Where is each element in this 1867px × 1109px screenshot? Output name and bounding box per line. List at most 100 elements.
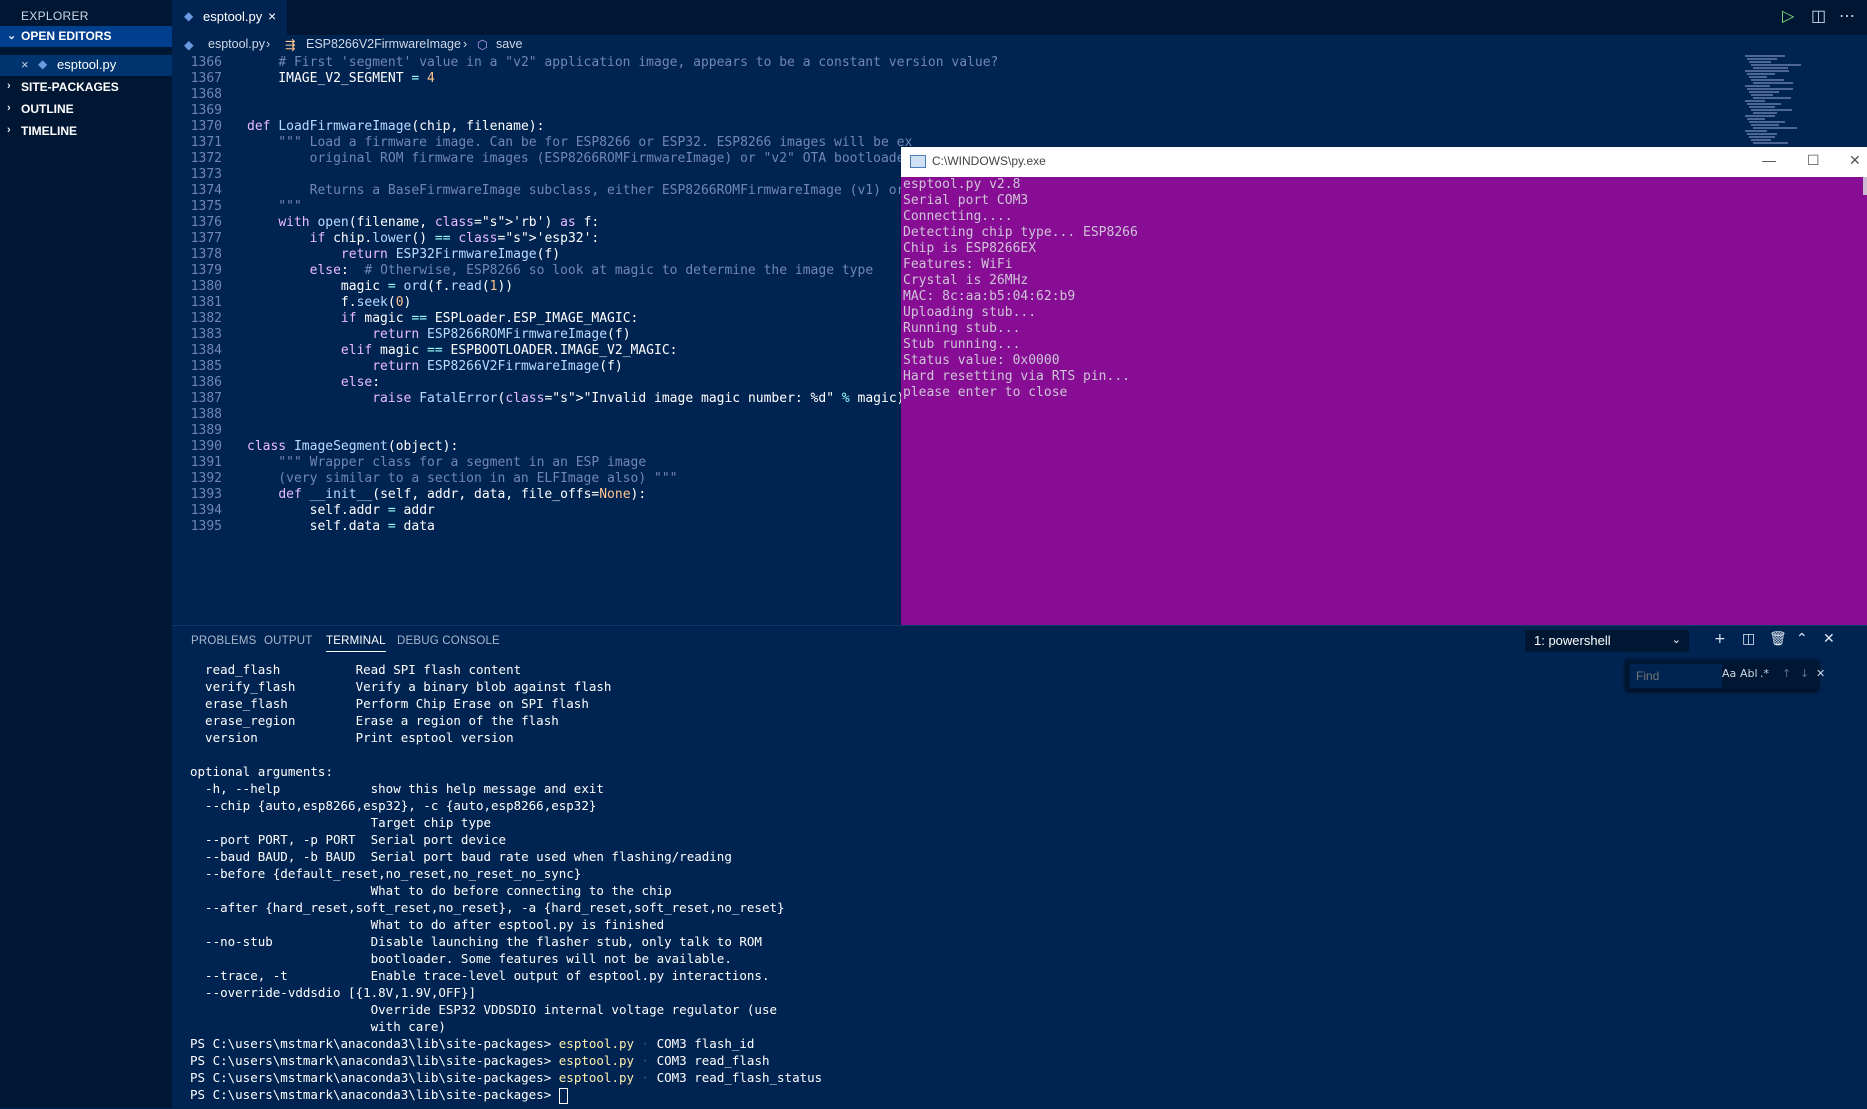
console-titlebar[interactable]: C:\WINDOWS\py.exe — ☐ ✕ (901, 147, 1867, 177)
trash-icon[interactable]: 🗑 (1769, 631, 1787, 647)
line-code: """ (247, 199, 302, 214)
arrow-up-icon[interactable]: ↑ (1782, 667, 1791, 680)
minimap-line (1745, 55, 1785, 57)
terminal-shell-select[interactable]: 1: powershell ⌄ (1525, 630, 1689, 652)
open-editor-item[interactable]: × ◆ esptool.py (0, 55, 172, 76)
line-number: 1383 (190, 327, 222, 342)
tab-problems[interactable]: PROBLEMS (191, 635, 257, 647)
close-icon[interactable]: ✕ (1823, 631, 1835, 647)
tab-debug-console[interactable]: DEBUG CONSOLE (397, 635, 500, 647)
tab-bar: ◆ esptool.py × ▷ ◫ ⋯ (172, 0, 1867, 35)
minimize-icon[interactable]: — (1762, 152, 1776, 168)
prompt-args: COM3 flash_id (656, 1036, 755, 1051)
minimap-line (1751, 94, 1773, 96)
minimap-line (1749, 61, 1771, 63)
timeline-label: TIMELINE (21, 124, 77, 138)
find-input[interactable] (1630, 664, 1722, 688)
maximize-icon[interactable]: ☐ (1807, 152, 1820, 169)
tab-output[interactable]: OUTPUT (264, 635, 312, 647)
line-code: return ESP8266V2FirmwareImage(f) (372, 359, 623, 374)
site-packages-section[interactable]: › SITE-PACKAGES (0, 77, 172, 98)
breadcrumb-method[interactable]: save (496, 37, 522, 51)
line-code: """ Load a firmware image. Can be for ES… (247, 135, 913, 150)
close-icon[interactable]: × (268, 8, 276, 24)
line-code: IMAGE_V2_SEGMENT = 4 (247, 71, 435, 86)
shell-select-value: 1: powershell (1534, 633, 1611, 648)
minimap-line (1753, 82, 1793, 84)
minimap-line (1749, 106, 1775, 108)
console-line: Features: WiFi (903, 257, 1013, 272)
line-code: # First 'segment' value in a "v2" applic… (278, 55, 999, 70)
open-editor-label: esptool.py (57, 57, 117, 72)
terminal-line: erase_region Erase a region of the flash (190, 713, 559, 728)
timeline-section[interactable]: › TIMELINE (0, 121, 172, 142)
line-code: def LoadFirmwareImage(chip, filename): (247, 119, 545, 134)
terminal-current-prompt[interactable]: PS C:\users\mstmark\anaconda3\lib\site-p… (190, 1087, 568, 1104)
more-icon[interactable]: ⋯ (1839, 6, 1855, 26)
minimap-line (1749, 121, 1785, 123)
minimap-line (1751, 79, 1784, 81)
split-terminal-icon[interactable]: ◫ (1742, 631, 1755, 647)
minimap-line (1753, 112, 1777, 114)
console-line: Chip is ESP8266EX (903, 241, 1037, 256)
terminal-line: --no-stub Disable launching the flasher … (190, 934, 762, 949)
minimap-line (1745, 115, 1775, 117)
minimap-line (1747, 133, 1777, 135)
minimap-line (1749, 91, 1779, 93)
breadcrumb-separator: › (463, 37, 468, 51)
prompt-path: PS C:\users\mstmark\anaconda3\lib\site-p… (190, 1087, 559, 1102)
line-number: 1393 (190, 487, 222, 502)
close-icon[interactable]: × (21, 57, 29, 72)
terminal-prompt-line: PS C:\users\mstmark\anaconda3\lib\site-p… (190, 1036, 754, 1053)
explorer-title: EXPLORER (21, 9, 89, 23)
match-case-icon[interactable]: Aa (1722, 667, 1736, 680)
line-code: self.addr = addr (247, 503, 435, 518)
console-app-icon (910, 155, 926, 168)
play-icon[interactable]: ▷ (1782, 6, 1794, 26)
line-code: (very similar to a section in an ELFImag… (247, 471, 678, 486)
split-editor-icon[interactable]: ◫ (1811, 6, 1826, 26)
line-number: 1369 (190, 103, 222, 118)
line-code: original ROM firmware images (ESP8266ROM… (247, 151, 913, 166)
outline-section[interactable]: › OUTLINE (0, 99, 172, 120)
close-icon[interactable]: ✕ (1849, 152, 1861, 169)
prompt-path: PS C:\users\mstmark\anaconda3\lib\site-p… (190, 1036, 559, 1051)
line-code: else: (340, 375, 381, 390)
line-number: 1380 (190, 279, 222, 294)
minimap-line (1753, 127, 1797, 129)
class-icon: ⇶ (285, 38, 296, 52)
tab-esptool[interactable]: ◆ esptool.py × (172, 0, 287, 35)
terminal-prompt-line: PS C:\users\mstmark\anaconda3\lib\site-p… (190, 1053, 770, 1070)
chevron-up-icon[interactable]: ⌃ (1796, 631, 1808, 647)
minimap[interactable] (1745, 55, 1855, 155)
console-scrollbar[interactable] (1863, 177, 1867, 195)
line-code: f.seek(0) (247, 295, 412, 310)
minimap-line (1747, 88, 1793, 90)
outline-label: OUTLINE (21, 102, 74, 116)
arrow-down-icon[interactable]: ↓ (1800, 667, 1809, 680)
line-number: 1367 (190, 71, 222, 86)
line-number: 1371 (190, 135, 222, 150)
py-exe-console-window[interactable]: C:\WINDOWS\py.exe — ☐ ✕ esptool.py v2.8 S… (901, 147, 1867, 625)
terminal-prompt-line: PS C:\users\mstmark\anaconda3\lib\site-p… (190, 1070, 822, 1087)
minimap-line (1747, 58, 1777, 60)
breadcrumb-class[interactable]: ESP8266V2FirmwareImage (306, 37, 461, 51)
tab-label: esptool.py (203, 9, 263, 24)
close-icon[interactable]: ✕ (1816, 667, 1825, 680)
terminal-line: --trace, -t Enable trace-level output of… (190, 968, 770, 983)
console-line: MAC: 8c:aa:b5:04:62:b9 (903, 289, 1076, 304)
regex-icon[interactable]: .* (1760, 667, 1769, 680)
match-word-icon[interactable]: Abl (1740, 667, 1758, 680)
line-number: 1379 (190, 263, 222, 278)
line-number: 1366 (190, 55, 222, 70)
tab-terminal[interactable]: TERMINAL (326, 635, 386, 652)
method-icon: ⬡ (477, 38, 488, 52)
bottom-panel: PROBLEMS OUTPUT TERMINAL DEBUG CONSOLE 1… (172, 625, 1867, 1109)
plus-icon[interactable]: + (1714, 631, 1726, 647)
line-number: 1395 (190, 519, 222, 534)
breadcrumb-file[interactable]: esptool.py (208, 37, 265, 51)
prompt-path: PS C:\users\mstmark\anaconda3\lib\site-p… (190, 1070, 559, 1085)
console-line: Stub running... (903, 337, 1021, 352)
open-editors-section[interactable]: ⌄ OPEN EDITORS (0, 26, 172, 47)
terminal-line: with care) (190, 1019, 446, 1034)
